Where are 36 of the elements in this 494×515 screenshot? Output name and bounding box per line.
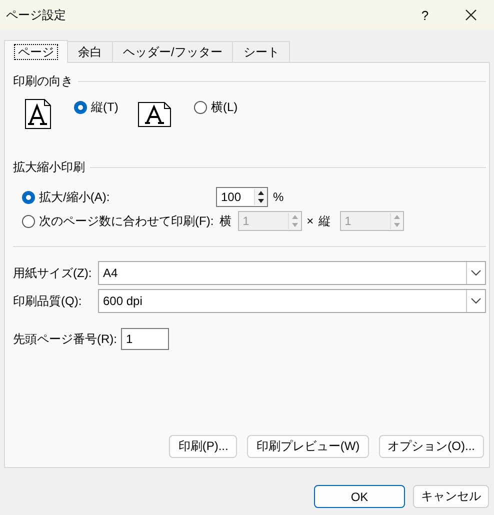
help-button[interactable]: ?: [402, 0, 448, 30]
button[interactable]: OK: [314, 485, 405, 508]
section-title: 印刷の向き: [13, 72, 73, 90]
times-sign: ×: [306, 214, 314, 228]
field-label: 用紙サイズ(Z):: [13, 264, 93, 282]
button[interactable]: キャンセル: [413, 485, 489, 508]
dropdown[interactable]: A4: [98, 261, 486, 285]
spin-down-icon: [255, 197, 267, 205]
field-label: 横: [220, 212, 233, 230]
radio-label: 縦(T): [91, 99, 118, 116]
radio-label: 拡大/縮小(A):: [39, 188, 111, 206]
field-label: 縦: [318, 212, 332, 230]
spin-field[interactable]: 100: [216, 187, 268, 207]
button[interactable]: 印刷(P)...: [169, 435, 238, 458]
dropdown[interactable]: 600 dpi: [98, 289, 486, 313]
tab[interactable]: ページ: [4, 40, 68, 63]
radio-label: 横(L): [211, 99, 238, 116]
landscape-page-icon: [138, 102, 171, 127]
tab[interactable]: シート: [232, 41, 290, 62]
spin-up-icon: [255, 189, 267, 197]
close-icon: [465, 9, 477, 21]
chevron-down-icon: [471, 298, 481, 304]
radio-button[interactable]: [194, 101, 207, 114]
chevron-down-icon: [471, 270, 481, 276]
field-label: 先頭ページ番号(R):: [13, 330, 117, 348]
radio-button[interactable]: [22, 190, 35, 204]
button[interactable]: オプション(O)...: [378, 435, 484, 458]
field-label: 印刷品質(Q):: [13, 292, 83, 310]
window-title: ページ設定: [6, 6, 66, 24]
button[interactable]: 印刷プレビュー(W): [247, 435, 369, 458]
radio-button[interactable]: [74, 101, 87, 114]
radio-label: 次のページ数に合わせて印刷(F):: [39, 212, 214, 230]
section-title: 拡大縮小印刷: [13, 158, 85, 176]
unit-label: %: [273, 190, 284, 204]
input-field[interactable]: 1: [121, 328, 169, 350]
portrait-page-icon: [25, 99, 51, 129]
